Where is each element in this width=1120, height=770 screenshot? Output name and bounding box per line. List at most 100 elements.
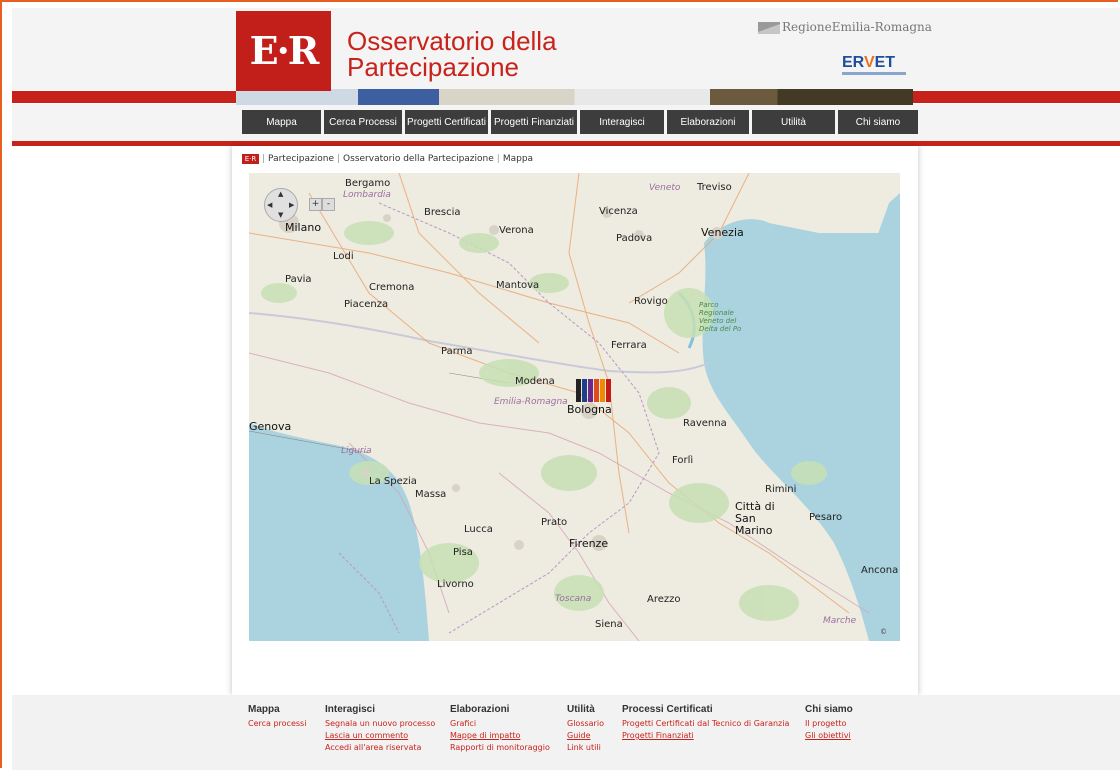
footer: [12, 695, 1120, 770]
regione-flag-icon: [758, 21, 780, 34]
nav-item-elaborazioni[interactable]: Elaborazioni: [667, 110, 749, 134]
breadcrumb-home-icon[interactable]: E·R: [242, 154, 259, 164]
map-marker[interactable]: [594, 379, 599, 402]
breadcrumb-separator: |: [496, 154, 500, 164]
map-label: Genova: [249, 420, 292, 433]
nav-item-cerca-processi[interactable]: Cerca Processi: [324, 110, 402, 134]
map-marker[interactable]: [588, 379, 593, 402]
regione-logo-text: RegioneEmilia-Romagna: [782, 20, 932, 34]
footer-link[interactable]: Il progetto: [805, 718, 853, 730]
footer-link[interactable]: Guide: [567, 730, 604, 742]
nav-item-progetti-finanziati[interactable]: Progetti Finanziati: [491, 110, 577, 134]
pan-up-icon[interactable]: ▲: [278, 190, 283, 198]
footer-link[interactable]: Gli obiettivi: [805, 730, 853, 742]
nav-item-utilita[interactable]: Utilità: [752, 110, 835, 134]
map-label: Rovigo: [634, 296, 668, 307]
ervet-logo-part: ET: [874, 54, 896, 71]
map-label: Treviso: [697, 182, 732, 193]
map-viewport[interactable]: Bergamo Lombardia Brescia Veneto Treviso…: [249, 173, 900, 641]
main-nav: Mappa Cerca Processi Progetti Certificat…: [242, 110, 918, 134]
footer-heading[interactable]: Utilità: [567, 704, 604, 715]
ervet-logo-v: V: [863, 54, 875, 71]
map-marker[interactable]: [582, 379, 587, 402]
footer-link[interactable]: Grafici: [450, 718, 550, 730]
map-label: Liguria: [341, 446, 372, 456]
breadcrumb-item-partecipazione[interactable]: Partecipazione: [268, 154, 334, 164]
breadcrumb-item-osservatorio[interactable]: Osservatorio della Partecipazione: [343, 154, 494, 164]
map-label: Forlì: [672, 455, 694, 466]
nav-item-chi-siamo[interactable]: Chi siamo: [838, 110, 918, 134]
breadcrumb-separator: |: [262, 154, 266, 164]
footer-link[interactable]: Glossario: [567, 718, 604, 730]
er-logo[interactable]: E·R: [236, 11, 331, 91]
footer-link[interactable]: Rapporti di monitoraggio: [450, 742, 550, 754]
ervet-logo-part: ER: [842, 54, 864, 71]
footer-heading[interactable]: Chi siamo: [805, 704, 853, 715]
map-marker[interactable]: [600, 379, 605, 402]
map-label: Emilia-Romagna: [494, 397, 568, 407]
pan-right-icon[interactable]: ▶: [289, 201, 294, 209]
map-marker[interactable]: [576, 379, 581, 402]
map-label: Pavia: [285, 274, 312, 285]
map-label: Pesaro: [809, 512, 843, 523]
footer-heading[interactable]: Interagisci: [325, 704, 435, 715]
footer-heading[interactable]: Mappa: [248, 704, 306, 715]
map-attribution[interactable]: ©: [880, 628, 887, 636]
map-label: Livorno: [437, 579, 474, 590]
site-title-line2: Partecipazione: [347, 52, 519, 82]
breadcrumb-item-mappa: Mappa: [502, 154, 534, 164]
map-label: Massa: [415, 489, 447, 500]
site-title-line1: Osservatorio della: [347, 26, 557, 56]
map-label: Milano: [285, 221, 322, 234]
footer-link[interactable]: Link utili: [567, 742, 604, 754]
map-pan-control[interactable]: ▲ ◀ ▶ ▼: [264, 188, 298, 222]
zoom-out-button[interactable]: -: [322, 198, 335, 211]
footer-link[interactable]: Accedi all'area riservata: [325, 742, 435, 754]
zoom-in-button[interactable]: +: [309, 198, 322, 211]
map-label: Parco Regionale Veneto del Delta del Po: [699, 301, 742, 333]
map-label: Venezia: [701, 226, 744, 239]
ervet-logo[interactable]: ERVET: [842, 54, 895, 72]
regione-logo[interactable]: RegioneEmilia-Romagna: [758, 20, 932, 34]
map-label: Arezzo: [647, 594, 681, 605]
map-label: Piacenza: [344, 299, 389, 310]
nav-item-mappa[interactable]: Mappa: [242, 110, 321, 134]
footer-col-chi-siamo: Chi siamo Il progetto Gli obiettivi: [805, 704, 853, 742]
map-label: Prato: [541, 517, 568, 528]
ervet-tagline-bar: [842, 72, 906, 75]
map-label: Pisa: [453, 547, 473, 558]
header-background: [12, 8, 1120, 90]
map-label: Bologna: [567, 403, 612, 416]
map-label: La Spezia: [369, 476, 417, 487]
footer-col-mappa: Mappa Cerca processi: [248, 704, 306, 730]
footer-col-processi: Processi Certificati Progetti Certificat…: [622, 704, 789, 742]
footer-heading[interactable]: Processi Certificati: [622, 704, 789, 715]
nav-item-progetti-certificati[interactable]: Progetti Certificati: [405, 110, 488, 134]
footer-link[interactable]: Lascia un commento: [325, 730, 435, 742]
site-title[interactable]: Osservatorio della Partecipazione: [347, 28, 557, 80]
map-label: Lodi: [333, 251, 354, 262]
map-label: Ravenna: [683, 418, 727, 429]
nav-item-interagisci[interactable]: Interagisci: [580, 110, 664, 134]
map-label: Veneto: [649, 183, 681, 193]
footer-link[interactable]: Progetti Finanziati: [622, 730, 789, 742]
footer-link[interactable]: Cerca processi: [248, 718, 306, 730]
pan-left-icon[interactable]: ◀: [267, 201, 272, 209]
map-label: Siena: [595, 619, 623, 630]
map-label: Mantova: [496, 280, 540, 291]
footer-link[interactable]: Progetti Certificati dal Tecnico di Gara…: [622, 718, 789, 730]
pan-down-icon[interactable]: ▼: [278, 211, 283, 219]
footer-col-interagisci: Interagisci Segnala un nuovo processo La…: [325, 704, 435, 754]
left-margin: [12, 146, 232, 695]
map-label: Marche: [823, 616, 857, 626]
map-label: Modena: [515, 376, 555, 387]
map-label: Rimini: [765, 484, 797, 495]
footer-link[interactable]: Mappe di impatto: [450, 730, 550, 742]
footer-link[interactable]: Segnala un nuovo processo: [325, 718, 435, 730]
map-label: Vicenza: [599, 206, 638, 217]
breadcrumb-separator: |: [337, 154, 341, 164]
map-marker[interactable]: [606, 379, 611, 402]
map-label: Padova: [616, 233, 653, 244]
footer-col-utilita: Utilità Glossario Guide Link utili: [567, 704, 604, 754]
footer-heading[interactable]: Elaborazioni: [450, 704, 550, 715]
